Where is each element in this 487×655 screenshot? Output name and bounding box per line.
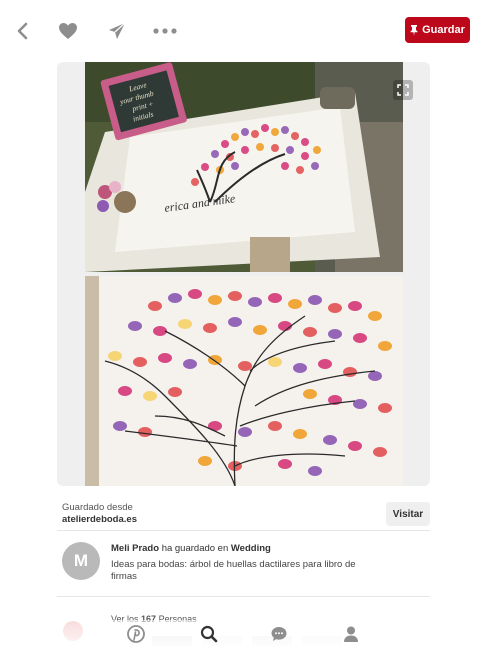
- search-icon[interactable]: [199, 624, 219, 644]
- bottom-nav: [0, 620, 487, 650]
- heart-icon[interactable]: [57, 20, 79, 42]
- send-icon[interactable]: [106, 20, 128, 42]
- pin-description: Ideas para bodas: árbol de huellas dacti…: [111, 559, 356, 582]
- saved-from-source-link[interactable]: atelierdeboda.es: [62, 514, 137, 525]
- pin-image-bottom[interactable]: [85, 276, 403, 486]
- save-button[interactable]: Guardar: [405, 17, 470, 43]
- visit-button[interactable]: Visitar: [386, 502, 430, 526]
- divider: [57, 530, 430, 531]
- chat-icon[interactable]: [269, 624, 289, 644]
- divider: [57, 596, 430, 597]
- pin-icon: [410, 24, 418, 36]
- pinterest-icon[interactable]: [126, 624, 146, 644]
- pin-image-top[interactable]: erica and mike Leave your thumb print + …: [85, 62, 403, 272]
- pinner-name[interactable]: Meli Prado: [111, 543, 159, 554]
- pinner-attribution: Meli Prado ha guardado en Wedding: [111, 543, 411, 554]
- saved-from-label: Guardado desde: [62, 502, 133, 513]
- pinner-action: ha guardado en: [161, 543, 229, 554]
- expand-icon[interactable]: [393, 80, 413, 100]
- more-dots-icon[interactable]: [153, 20, 177, 42]
- avatar[interactable]: M: [62, 542, 100, 580]
- save-button-label: Guardar: [422, 24, 465, 36]
- chevron-left-icon[interactable]: [12, 20, 34, 42]
- top-bar: Guardar: [0, 0, 487, 62]
- profile-icon[interactable]: [341, 624, 361, 644]
- board-name[interactable]: Wedding: [231, 543, 271, 554]
